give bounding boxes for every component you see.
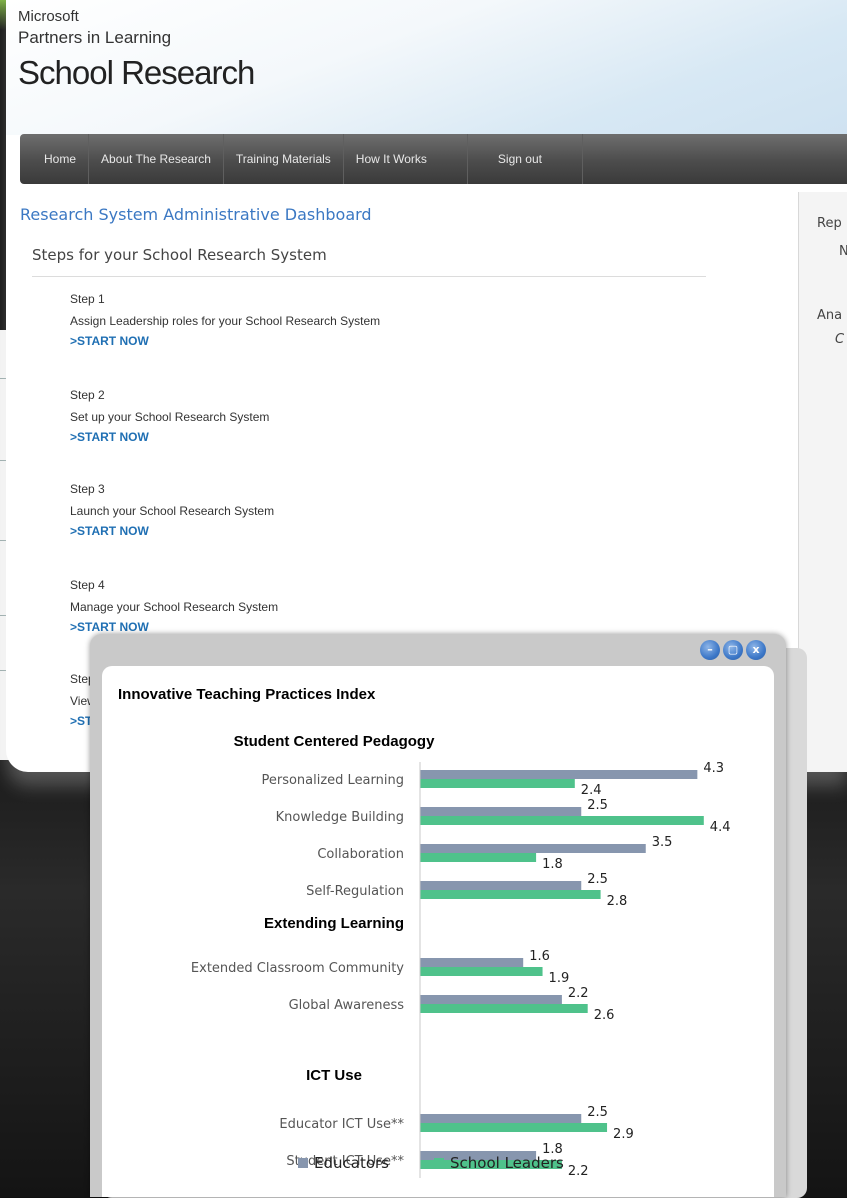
step-number: Step 3 bbox=[70, 482, 105, 496]
group-heading: ICT Use bbox=[306, 1067, 362, 1084]
data-label: 4.4 bbox=[710, 820, 731, 835]
legend-label: School Leaders bbox=[450, 1154, 564, 1172]
close-icon[interactable]: x bbox=[746, 640, 766, 660]
data-label: 2.8 bbox=[607, 894, 628, 909]
data-label: 2.5 bbox=[587, 872, 608, 887]
reports-label[interactable]: Rep bbox=[817, 216, 842, 231]
category-label: Self-Regulation bbox=[306, 884, 404, 899]
educators-bar bbox=[420, 958, 524, 967]
school-leaders-bar bbox=[420, 1123, 608, 1132]
educators-bar bbox=[420, 1114, 582, 1123]
analysis-sub[interactable]: C bbox=[835, 332, 844, 347]
school-leaders-bar bbox=[420, 779, 575, 788]
data-label: 2.4 bbox=[581, 783, 602, 798]
step-item: Step 2 Set up your School Research Syste… bbox=[70, 388, 269, 444]
educators-bar bbox=[420, 770, 698, 779]
step-item: Step 1 Assign Leadership roles for your … bbox=[70, 292, 380, 348]
start-now-link[interactable]: >START NOW bbox=[70, 430, 269, 444]
data-label: 4.3 bbox=[703, 761, 724, 776]
brand-line-1: Microsoft bbox=[18, 8, 79, 25]
school-leaders-bar bbox=[420, 890, 601, 899]
page-title: Research System Administrative Dashboard bbox=[20, 205, 372, 224]
category-label: Collaboration bbox=[317, 847, 404, 862]
category-label: Educator ICT Use** bbox=[279, 1117, 404, 1132]
step-description: Assign Leadership roles for your School … bbox=[70, 314, 381, 328]
divider bbox=[32, 276, 706, 277]
data-label: 2.2 bbox=[568, 986, 589, 1001]
data-label: 2.5 bbox=[587, 1105, 608, 1120]
legend-label: Educators bbox=[314, 1154, 389, 1172]
legend-swatch bbox=[298, 1158, 308, 1168]
site-header: Microsoft Partners in Learning School Re… bbox=[6, 0, 847, 135]
data-label: 2.9 bbox=[613, 1127, 634, 1142]
step-description: Set up your School Research System bbox=[70, 410, 270, 424]
nav-home[interactable]: Home bbox=[20, 134, 90, 184]
step-number: Step 4 bbox=[70, 578, 105, 592]
main-navigation: Home About The Research Training Materia… bbox=[20, 134, 847, 184]
category-label: Knowledge Building bbox=[276, 810, 404, 825]
analysis-label[interactable]: Ana bbox=[817, 308, 842, 323]
data-label: 2.5 bbox=[587, 798, 608, 813]
category-label: Global Awareness bbox=[289, 998, 405, 1013]
site-title: School Research bbox=[18, 54, 255, 91]
school-leaders-bar bbox=[420, 967, 543, 976]
minimize-icon[interactable]: – bbox=[700, 640, 720, 660]
maximize-icon[interactable]: ▢ bbox=[723, 640, 743, 660]
step-description: Manage your School Research System bbox=[70, 600, 279, 614]
data-label: 1.8 bbox=[542, 857, 563, 872]
chart-popup-window: – ▢ x Innovative Teaching Practices Inde… bbox=[90, 634, 786, 1197]
group-heading: Student Centered Pedagogy bbox=[234, 733, 436, 750]
start-now-link[interactable]: >START NOW bbox=[70, 620, 278, 634]
start-now-link[interactable]: >START NOW bbox=[70, 524, 274, 538]
category-label: Personalized Learning bbox=[261, 773, 404, 788]
chart-canvas: Student Centered Pedagogy Personalized Le… bbox=[191, 733, 731, 1179]
data-label: 3.5 bbox=[652, 835, 673, 850]
legend-swatch bbox=[434, 1158, 444, 1168]
data-label: 2.6 bbox=[594, 1008, 615, 1023]
educators-bar bbox=[420, 881, 582, 890]
reports-sub[interactable]: N bbox=[839, 244, 847, 259]
educators-bar bbox=[420, 844, 646, 853]
start-now-link[interactable]: >START NOW bbox=[70, 334, 380, 348]
educators-bar bbox=[420, 995, 562, 1004]
step-item: Step 3 Launch your School Research Syste… bbox=[70, 482, 274, 538]
nav-sign-out[interactable]: Sign out bbox=[468, 134, 583, 184]
data-label: 1.9 bbox=[549, 971, 570, 986]
nav-training-materials[interactable]: Training Materials bbox=[224, 134, 344, 184]
nav-about-research[interactable]: About The Research bbox=[89, 134, 224, 184]
step-number: Step 1 bbox=[70, 292, 105, 306]
educators-bar bbox=[420, 807, 582, 816]
step-description: Launch your School Research System bbox=[70, 504, 275, 518]
school-leaders-bar bbox=[420, 1004, 588, 1013]
nav-how-it-works[interactable]: How It Works bbox=[344, 134, 468, 184]
window-controls: – ▢ x bbox=[700, 640, 766, 660]
brand-line-2: Partners in Learning bbox=[18, 28, 172, 47]
step-item: Step 4 Manage your School Research Syste… bbox=[70, 578, 278, 634]
chart-panel: Innovative Teaching Practices Index Stud… bbox=[102, 666, 774, 1197]
school-leaders-bar bbox=[420, 816, 704, 825]
data-label: 1.6 bbox=[529, 949, 550, 964]
school-leaders-bar bbox=[420, 853, 537, 862]
steps-heading: Steps for your School Research System bbox=[32, 246, 327, 264]
category-label: Extended Classroom Community bbox=[191, 961, 404, 976]
data-label: 2.2 bbox=[568, 1164, 589, 1179]
step-number: Step 2 bbox=[70, 388, 105, 402]
group-heading: Extending Learning bbox=[264, 915, 404, 932]
